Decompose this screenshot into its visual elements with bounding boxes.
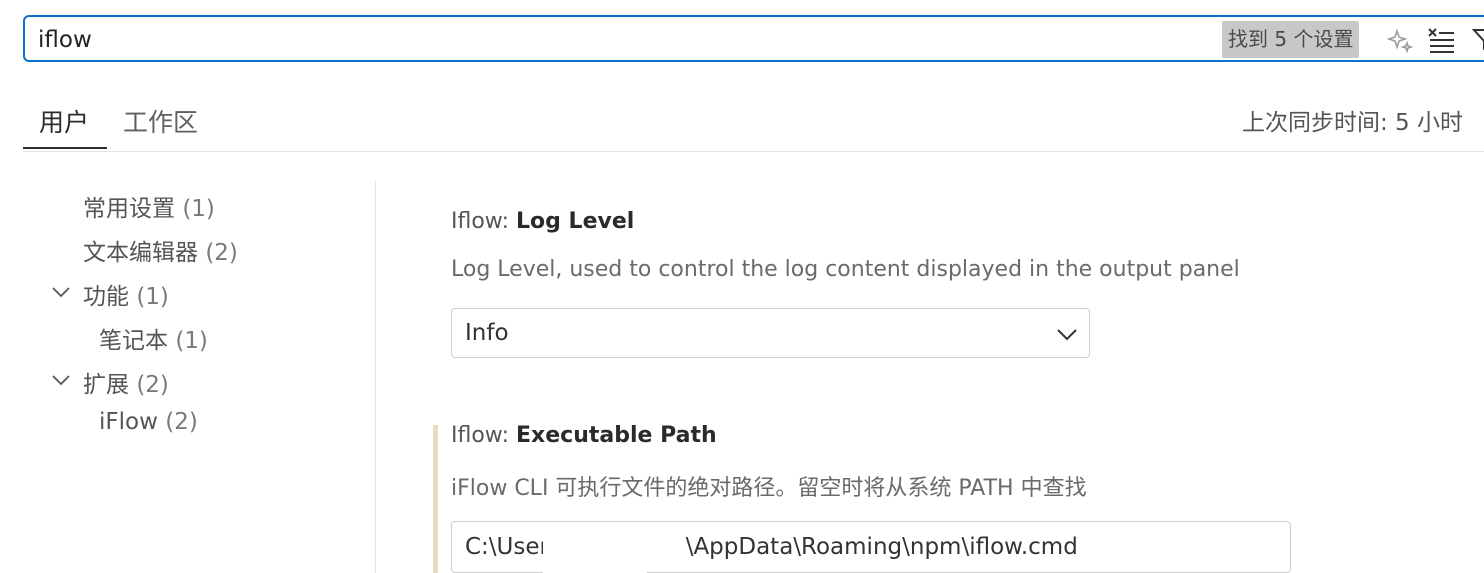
chevron-down-icon[interactable]	[50, 369, 72, 391]
setting-description-executable-path: iFlow CLI 可执行文件的绝对路径。留空时将从系统 PATH 中查找	[451, 476, 1087, 501]
sparkle-icon[interactable]	[1385, 25, 1415, 55]
toc-item-count: (2)	[165, 409, 198, 435]
toc-item-count: (2)	[136, 372, 169, 398]
toc-divider	[375, 181, 376, 573]
chevron-down-icon	[1055, 322, 1079, 346]
setting-title-log-level: Iflow: Log Level	[451, 209, 634, 234]
toc-item-label: 功能	[83, 284, 129, 310]
toc-item-label: 常用设置	[83, 196, 175, 222]
toc-item-count: (2)	[205, 240, 238, 266]
tab-workspace[interactable]: 工作区	[123, 103, 198, 139]
modified-indicator	[433, 425, 438, 573]
toc-item-count: (1)	[182, 196, 215, 222]
filter-icon[interactable]	[1471, 25, 1484, 55]
toc-item-label: 文本编辑器	[83, 240, 198, 266]
toc-item-label: iFlow	[99, 409, 158, 435]
active-tab-indicator	[23, 147, 107, 149]
toc-item-extensions[interactable]: 扩展 (2)	[83, 365, 169, 399]
setting-category: Iflow:	[451, 209, 517, 234]
setting-title-executable-path: Iflow: Executable Path	[451, 423, 717, 448]
header-divider	[23, 151, 1484, 152]
clear-filter-icon[interactable]	[1426, 25, 1456, 55]
setting-name: Executable Path	[516, 423, 717, 448]
toc-item-iflow[interactable]: iFlow (2)	[99, 409, 198, 435]
dropdown-value: Info	[465, 320, 509, 346]
log-level-dropdown[interactable]: Info	[451, 308, 1090, 358]
toc-item-label: 笔记本	[99, 328, 168, 354]
setting-description-log-level: Log Level, used to control the log conte…	[451, 257, 1240, 282]
last-sync-status: 上次同步时间: 5 小时	[1242, 110, 1464, 136]
toc-item-features[interactable]: 功能 (1)	[83, 277, 169, 311]
toc-item-label: 扩展	[83, 372, 129, 398]
redacted-region	[543, 522, 647, 573]
chevron-down-icon[interactable]	[50, 281, 72, 303]
tab-user[interactable]: 用户	[39, 103, 89, 139]
toc-item-count: (1)	[175, 328, 208, 354]
toc-item-text-editor[interactable]: 文本编辑器 (2)	[83, 233, 238, 267]
search-result-count: 找到 5 个设置	[1222, 21, 1360, 58]
settings-search-box[interactable]: 找到 5 个设置	[23, 15, 1484, 62]
toc-item-notebook[interactable]: 笔记本 (1)	[99, 321, 208, 355]
setting-category: Iflow:	[451, 423, 517, 448]
toc-item-common[interactable]: 常用设置 (1)	[83, 189, 215, 223]
setting-name: Log Level	[516, 209, 635, 234]
search-input[interactable]	[38, 25, 1218, 55]
toc-item-count: (1)	[136, 284, 169, 310]
settings-editor: 找到 5 个设置 用户 工作区 上次同步时间: 5 小时 常用设置 (1)	[0, 0, 1484, 573]
